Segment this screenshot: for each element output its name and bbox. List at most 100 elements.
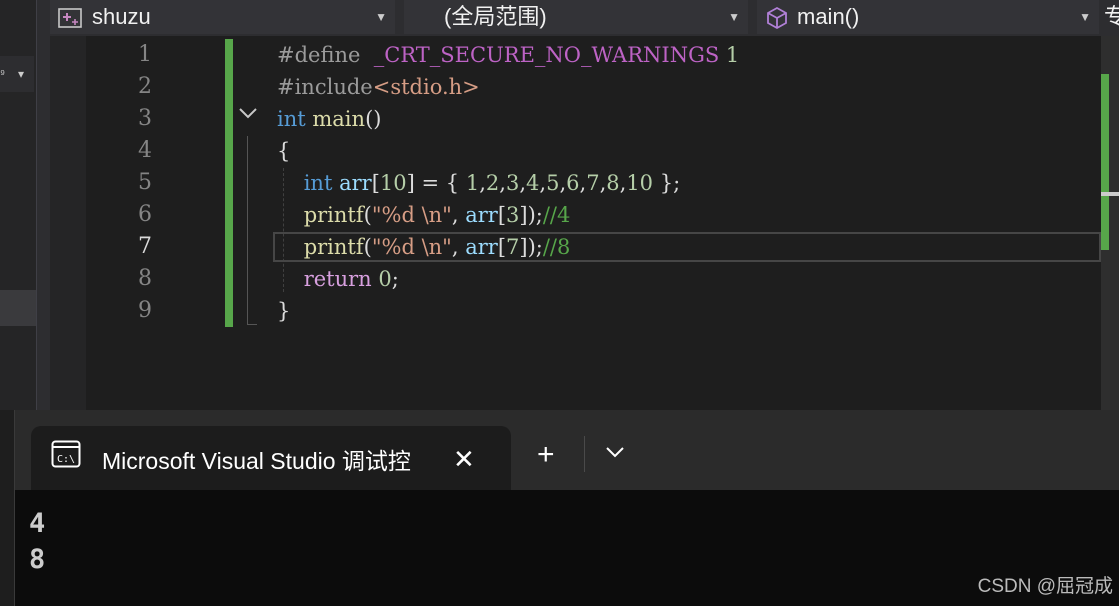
code-line: int main() — [277, 103, 381, 135]
left-selected-item[interactable] — [0, 290, 36, 326]
left-dropdown[interactable]: ▾ ⁹ — [0, 56, 34, 92]
line-number: 9 — [138, 298, 152, 323]
code-token: ]); — [519, 235, 543, 259]
code-token: 3 — [505, 171, 520, 195]
code-token: [ — [497, 203, 507, 227]
left-panel-strip: ▾ ⁹ — [0, 0, 36, 410]
chevron-down-icon: ▼ — [728, 10, 740, 24]
dropdown-partial-glyph: ⁹ — [0, 67, 6, 81]
code-token: #define — [277, 43, 374, 67]
code-token: 2 — [485, 171, 500, 195]
vertical-scrollbar[interactable] — [1101, 36, 1119, 410]
code-token: ( — [363, 203, 372, 227]
watermark-text: CSDN @屈冠成 — [977, 576, 1113, 597]
debug-console-window: C:\ Microsoft Visual Studio 调试控 ✕ + 4 8 … — [14, 410, 1119, 606]
code-line: #define _CRT_SECURE_NO_WARNINGS 1 — [277, 39, 739, 71]
member-dropdown[interactable]: main() ▼ — [757, 0, 1099, 34]
line-number: 1 — [138, 42, 152, 67]
terminal-output-area[interactable]: 4 8 — [15, 490, 1119, 606]
code-line: } — [277, 295, 290, 327]
code-token: , — [451, 235, 466, 259]
code-token: int — [277, 107, 306, 131]
code-line: printf("%d \n", arr[7]);//8 — [277, 231, 571, 263]
line-number: 7 — [138, 234, 152, 259]
code-token: return — [303, 267, 372, 291]
code-token: 8 — [606, 171, 620, 195]
code-token: 10 — [626, 171, 654, 195]
collapse-chevron-icon[interactable] — [238, 106, 258, 125]
fold-guide-end — [247, 324, 257, 325]
code-token: //8 — [542, 235, 571, 259]
line-number: 3 — [138, 106, 152, 131]
code-editor[interactable]: 123456789 #define _CRT_SECURE_NO_WARNING… — [50, 36, 1101, 410]
code-token: ]); — [519, 203, 543, 227]
code-line: return 0; — [277, 263, 399, 295]
code-token: 5 — [546, 171, 560, 195]
code-token: _CRT_SECURE_NO_WARNINGS — [373, 43, 720, 67]
code-token: 7 — [586, 171, 600, 195]
code-token: } — [277, 299, 291, 323]
code-token: arr — [465, 203, 498, 227]
line-number: 4 — [138, 138, 152, 163]
code-token: int — [303, 171, 333, 195]
code-line: #include<stdio.h> — [277, 71, 480, 103]
code-token: [ — [371, 171, 380, 195]
code-token: , — [519, 171, 526, 195]
code-token: , — [479, 171, 486, 195]
tab-divider — [584, 436, 585, 472]
navbar-overflow-char: 专 — [1104, 4, 1119, 29]
editor-left-margin — [50, 36, 86, 410]
scope-dropdown[interactable]: (全局范围) ▼ — [404, 0, 748, 34]
code-token: , — [451, 203, 466, 227]
code-token: "%d \n" — [371, 235, 452, 259]
terminal-tab[interactable]: C:\ Microsoft Visual Studio 调试控 ✕ — [31, 426, 511, 490]
project-name: shuzu — [92, 4, 151, 29]
code-token: , — [499, 171, 506, 195]
code-token: 10 — [379, 171, 407, 195]
chevron-down-icon[interactable] — [603, 440, 627, 464]
code-token: 1 — [465, 171, 480, 195]
line-number: 8 — [138, 266, 152, 291]
console-icon: C:\ — [51, 440, 81, 473]
code-token: ( — [363, 235, 372, 259]
panel-splitter[interactable] — [36, 0, 50, 410]
code-line: printf("%d \n", arr[3]);//4 — [277, 199, 571, 231]
scrollbar-change-marker — [1101, 74, 1109, 250]
chevron-down-icon: ▾ — [18, 67, 25, 81]
code-line: int arr[10] = { 1,2,3,4,5,6,7,8,10 }; — [277, 167, 680, 199]
line-number: 5 — [138, 170, 152, 195]
code-token: #include — [277, 75, 373, 99]
member-name: main() — [797, 4, 860, 29]
svg-text:C:\: C:\ — [57, 454, 75, 465]
new-tab-button[interactable]: + — [537, 440, 555, 470]
code-token: () — [365, 107, 382, 131]
code-token: main — [312, 107, 366, 131]
navigation-bar: shuzu ▼ (全局范围) ▼ main() ▼ 专 — [50, 0, 1119, 36]
scope-label: (全局范围) — [444, 4, 547, 29]
scrollbar-caret-marker — [1101, 192, 1119, 196]
project-class-icon — [58, 6, 84, 40]
code-token: 6 — [566, 171, 580, 195]
code-token: { — [277, 139, 291, 163]
code-token: ] = { — [406, 171, 466, 195]
code-token: }; — [653, 171, 681, 195]
code-token: 4 — [526, 171, 540, 195]
code-token: printf — [303, 203, 364, 227]
code-token: 7 — [506, 235, 520, 259]
chevron-down-icon: ▼ — [375, 10, 387, 24]
code-token: 1 — [719, 43, 740, 67]
change-tracking-bar — [225, 39, 233, 327]
code-token: printf — [303, 235, 364, 259]
code-token: [ — [497, 235, 507, 259]
chevron-down-icon: ▼ — [1079, 10, 1091, 24]
code-token: 0 — [378, 267, 392, 291]
project-dropdown[interactable]: shuzu ▼ — [50, 0, 395, 34]
close-icon[interactable]: ✕ — [453, 444, 475, 474]
output-line: 4 — [29, 508, 46, 539]
code-token: "%d \n" — [371, 203, 452, 227]
line-number: 2 — [138, 74, 152, 99]
